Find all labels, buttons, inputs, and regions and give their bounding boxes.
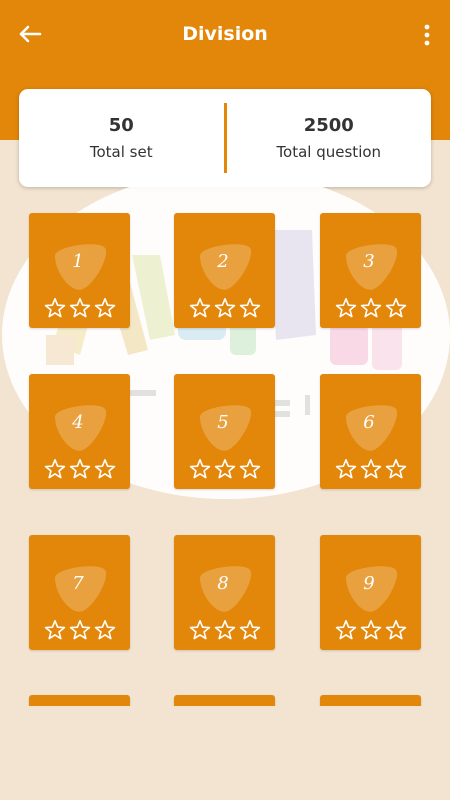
level-tile[interactable]: 3 — [320, 213, 421, 328]
level-number: 8 — [217, 573, 229, 594]
star-outline-icon — [360, 459, 381, 479]
level-number: 2 — [217, 251, 229, 272]
star-outline-icon — [385, 298, 406, 318]
level-number: 4 — [72, 412, 84, 433]
star-outline-icon — [335, 620, 356, 640]
star-outline-icon — [335, 459, 356, 479]
level-tile[interactable]: 8 — [174, 535, 275, 650]
star-outline-icon — [335, 298, 356, 318]
level-tile[interactable]: 6 — [320, 374, 421, 489]
star-outline-icon — [239, 620, 260, 640]
star-outline-icon — [94, 459, 115, 479]
star-outline-icon — [214, 459, 235, 479]
star-outline-icon — [69, 620, 90, 640]
level-number: 1 — [72, 251, 84, 272]
level-number: 5 — [217, 412, 229, 433]
star-outline-icon — [360, 298, 381, 318]
star-rating — [174, 619, 275, 641]
star-outline-icon — [94, 620, 115, 640]
level-number: 3 — [363, 251, 375, 272]
star-rating — [320, 619, 421, 641]
star-outline-icon — [189, 620, 210, 640]
star-rating — [320, 297, 421, 319]
level-tile[interactable] — [320, 695, 421, 706]
level-tile[interactable]: 1 — [29, 213, 130, 328]
star-rating — [320, 458, 421, 480]
level-tile[interactable]: 4 — [29, 374, 130, 489]
level-tile[interactable]: 9 — [320, 535, 421, 650]
level-tile[interactable] — [174, 695, 275, 706]
star-rating — [29, 458, 130, 480]
star-outline-icon — [69, 298, 90, 318]
star-rating — [29, 619, 130, 641]
star-outline-icon — [44, 459, 65, 479]
star-outline-icon — [189, 459, 210, 479]
star-rating — [174, 297, 275, 319]
star-outline-icon — [360, 620, 381, 640]
star-rating — [29, 297, 130, 319]
star-outline-icon — [239, 459, 260, 479]
star-outline-icon — [69, 459, 90, 479]
level-grid: 1 2 3 4 5 6 7 8 9 — [0, 0, 450, 706]
star-outline-icon — [189, 298, 210, 318]
star-rating — [174, 458, 275, 480]
star-outline-icon — [385, 620, 406, 640]
level-tile[interactable] — [29, 695, 130, 706]
star-outline-icon — [214, 298, 235, 318]
level-tile[interactable]: 2 — [174, 213, 275, 328]
level-tile[interactable]: 7 — [29, 535, 130, 650]
star-outline-icon — [214, 620, 235, 640]
star-outline-icon — [44, 620, 65, 640]
star-outline-icon — [44, 298, 65, 318]
level-number: 9 — [363, 573, 375, 594]
star-outline-icon — [94, 298, 115, 318]
star-outline-icon — [239, 298, 260, 318]
level-number: 6 — [363, 412, 375, 433]
level-number: 7 — [72, 573, 84, 594]
star-outline-icon — [385, 459, 406, 479]
level-tile[interactable]: 5 — [174, 374, 275, 489]
